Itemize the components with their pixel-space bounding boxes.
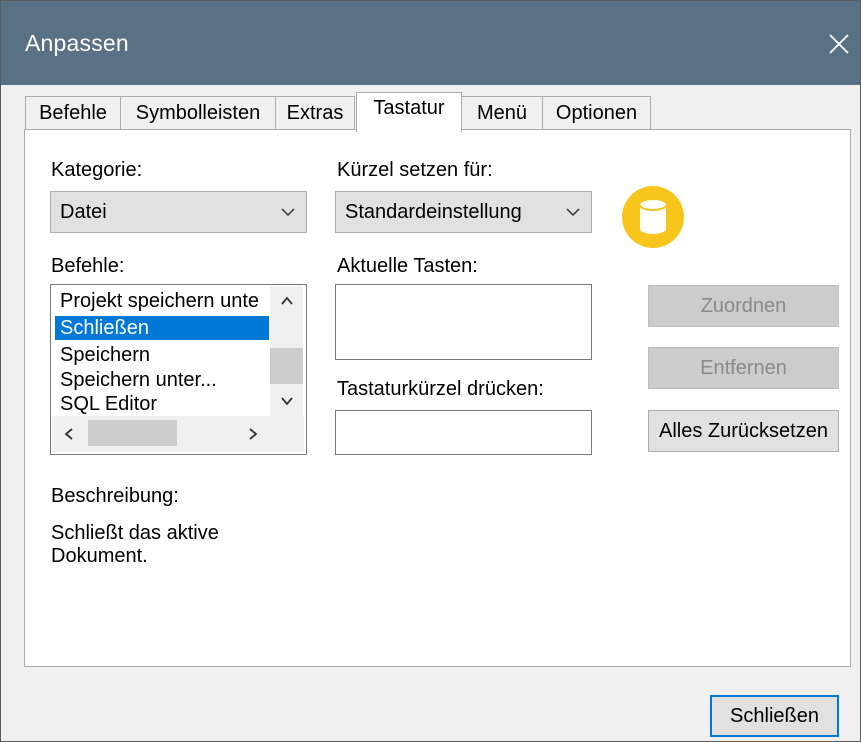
scroll-left-button[interactable] xyxy=(52,416,86,452)
chevron-right-icon xyxy=(249,428,258,440)
close-window-button[interactable] xyxy=(816,15,860,73)
chevron-down-icon xyxy=(281,208,295,217)
list-item[interactable]: SQL Editor xyxy=(55,392,271,416)
chevron-left-icon xyxy=(64,428,73,440)
database-icon xyxy=(622,186,684,248)
shortcut-for-label: Kürzel setzen für: xyxy=(337,159,493,181)
shortcut-for-select[interactable]: Standardeinstellung xyxy=(335,191,592,233)
list-item[interactable]: Speichern unter... xyxy=(55,368,271,392)
tab-tastatur[interactable]: Tastatur xyxy=(356,92,462,132)
chevron-down-icon xyxy=(566,208,580,217)
reset-all-button[interactable]: Alles Zurücksetzen xyxy=(648,410,839,452)
list-item[interactable]: Speichern xyxy=(55,343,271,367)
scroll-right-button[interactable] xyxy=(236,416,270,452)
close-button[interactable]: Schließen xyxy=(710,695,839,737)
vertical-scroll-thumb[interactable] xyxy=(270,348,303,384)
tab-symbolleisten[interactable]: Symbolleisten xyxy=(120,96,276,130)
customize-dialog: Anpassen Befehle Symbolleisten Extras Ta… xyxy=(0,0,861,742)
description-label: Beschreibung: xyxy=(51,485,179,507)
press-shortcut-input[interactable] xyxy=(335,410,592,455)
tab-befehle[interactable]: Befehle xyxy=(25,96,121,130)
remove-button[interactable]: Entfernen xyxy=(648,347,839,389)
press-shortcut-label: Tastaturkürzel drücken: xyxy=(337,378,544,400)
tab-menu[interactable]: Menü xyxy=(461,96,543,130)
tab-optionen[interactable]: Optionen xyxy=(542,96,651,130)
tab-extras[interactable]: Extras xyxy=(275,96,355,130)
scroll-down-button[interactable] xyxy=(270,386,303,416)
window-title: Anpassen xyxy=(25,30,129,56)
close-icon xyxy=(829,34,849,54)
list-item-selected[interactable]: Schließen xyxy=(55,316,269,340)
title-bar: Anpassen xyxy=(1,1,860,85)
chevron-up-icon xyxy=(280,296,293,305)
category-select[interactable]: Datei xyxy=(50,191,307,233)
current-keys-label: Aktuelle Tasten: xyxy=(337,255,478,277)
category-label: Kategorie: xyxy=(51,159,143,181)
scroll-up-button[interactable] xyxy=(270,286,303,316)
horizontal-scroll-thumb[interactable] xyxy=(88,420,177,446)
horizontal-scrollbar[interactable] xyxy=(52,416,304,452)
vertical-scrollbar[interactable] xyxy=(270,286,303,424)
current-keys-list[interactable] xyxy=(335,284,592,360)
assign-button[interactable]: Zuordnen xyxy=(648,285,839,327)
commands-listbox[interactable]: Projekt speichern unte Schließen Speiche… xyxy=(50,284,307,455)
chevron-down-icon xyxy=(280,397,293,406)
commands-label: Befehle: xyxy=(51,255,125,277)
list-item[interactable]: Projekt speichern unte xyxy=(55,289,271,313)
description-text: Schließt das aktive Dokument. xyxy=(51,522,219,567)
